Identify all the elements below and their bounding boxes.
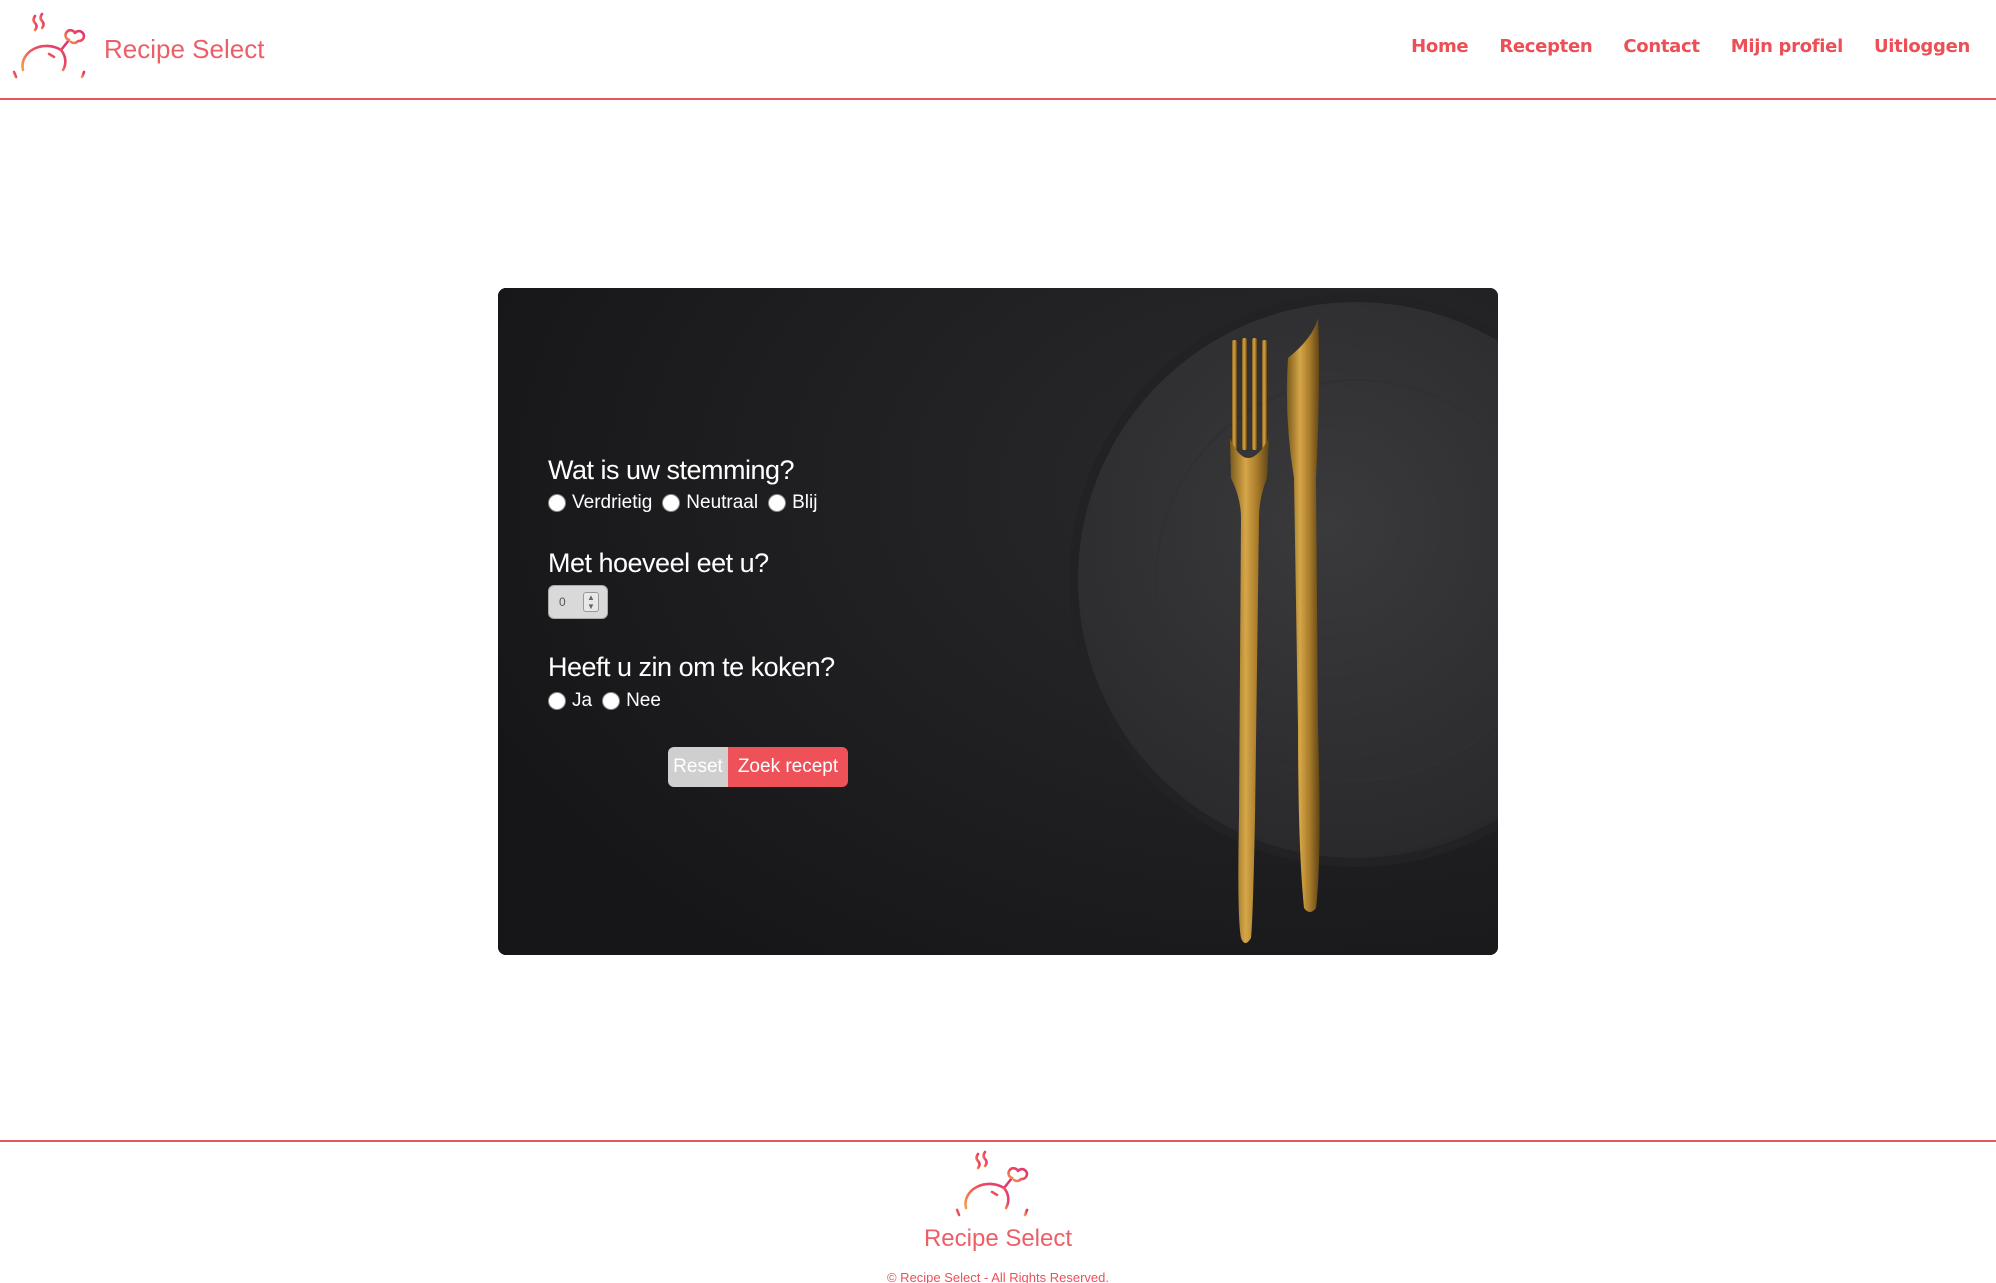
cook-option-ja[interactable]: Ja: [548, 690, 592, 712]
mood-option-label: Blij: [792, 492, 818, 513]
mood-question: Wat is uw stemming?: [548, 455, 795, 485]
radio-neutraal[interactable]: [662, 494, 681, 512]
brand-link[interactable]: Recipe Select: [9, 12, 264, 86]
roast-chicken-icon: [10, 12, 88, 79]
search-recipe-button[interactable]: Zoek recept: [728, 747, 848, 787]
mood-option-label: Verdrietig: [572, 492, 653, 513]
radio-blij[interactable]: [768, 494, 787, 512]
nav-recepten[interactable]: Recepten: [1499, 36, 1592, 57]
mood-options: Verdrietig Neutraal Blij: [548, 492, 827, 514]
spinner-arrows-icon[interactable]: ▲ ▼: [583, 592, 599, 612]
nav-contact[interactable]: Contact: [1623, 36, 1700, 57]
mood-option-neutraal[interactable]: Neutraal: [662, 492, 758, 514]
radio-verdrietig[interactable]: [548, 494, 566, 512]
cook-option-nee[interactable]: Nee: [602, 690, 661, 712]
cook-question: Heeft u zin om te koken?: [548, 652, 835, 682]
main-nav: Home Recepten Contact Mijn profiel Uitlo…: [1380, 36, 1970, 57]
mood-option-blij[interactable]: Blij: [768, 492, 817, 514]
cook-option-label: Nee: [626, 690, 661, 711]
copyright-text: © Recipe Select - All Rights Reserved.: [886, 1270, 1109, 1283]
brand-name: Recipe Select: [104, 34, 265, 64]
people-question: Met hoeveel eet u?: [548, 548, 769, 578]
site-header: Recipe Select Home Recepten Contact Mijn…: [0, 0, 1996, 100]
nav-home[interactable]: Home: [1411, 36, 1469, 57]
site-footer: Recipe Select © Recipe Select - All Righ…: [0, 1140, 1996, 1283]
radio-ja[interactable]: [548, 692, 566, 710]
roast-chicken-icon: [953, 1150, 1031, 1217]
nav-mijn-profiel[interactable]: Mijn profiel: [1731, 36, 1844, 57]
cook-option-label: Ja: [572, 690, 593, 711]
footer-brand-name: Recipe Select: [923, 1225, 1073, 1252]
cook-options: Ja Nee: [548, 690, 671, 712]
people-count-stepper[interactable]: 0 ▲ ▼: [548, 585, 608, 619]
radio-nee[interactable]: [602, 692, 621, 710]
reset-button[interactable]: Reset: [668, 747, 728, 787]
mood-option-label: Neutraal: [686, 492, 759, 513]
people-count-value: 0: [559, 595, 566, 609]
mood-option-verdrietig[interactable]: Verdrietig: [548, 492, 652, 514]
plate-cutlery-image: [498, 288, 1498, 955]
form-buttons: Reset Zoek recept: [668, 747, 848, 787]
nav-uitloggen[interactable]: Uitloggen: [1874, 36, 1970, 57]
recipe-search-card: Wat is uw stemming? Verdrietig Neutraal …: [498, 288, 1498, 955]
